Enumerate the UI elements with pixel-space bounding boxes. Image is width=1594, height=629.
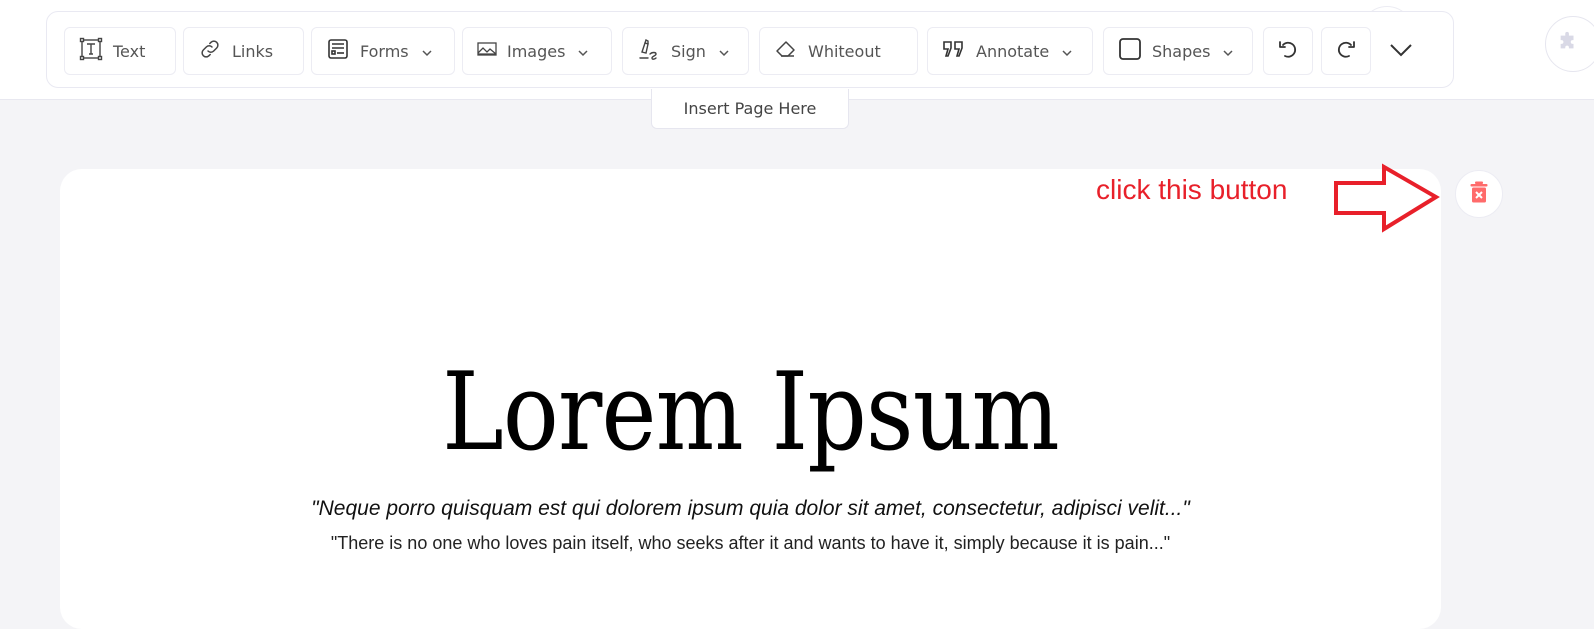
images-tool-button[interactable]: Images <box>462 27 612 75</box>
form-icon <box>326 37 350 65</box>
chevron-down-icon <box>421 42 433 61</box>
annotate-tool-label: Annotate <box>976 41 1050 61</box>
chevron-down-icon <box>1389 42 1413 61</box>
annotation-arrow-icon <box>1332 163 1442 239</box>
text-tool-label: Text <box>113 41 146 61</box>
signature-pen-icon <box>637 37 661 65</box>
page-quote[interactable]: "Neque porro quisquam est qui dolorem ip… <box>60 497 1441 521</box>
chevron-down-icon <box>577 42 589 61</box>
more-tools-button[interactable] <box>1379 27 1423 75</box>
chevron-down-icon <box>1061 42 1073 61</box>
pdf-page: Lorem Ipsum "Neque porro quisquam est qu… <box>60 169 1441 629</box>
annotation-instruction: click this button <box>1096 174 1288 205</box>
shapes-tool-label: Shapes <box>1152 41 1211 61</box>
sign-tool-button[interactable]: Sign <box>622 27 749 75</box>
top-bar: Text Links Forms Images Sign Whiteout An… <box>0 0 1594 100</box>
undo-button[interactable] <box>1263 27 1313 75</box>
link-icon <box>198 37 222 65</box>
page-title[interactable]: Lorem Ipsum <box>157 359 1345 467</box>
puzzle-icon <box>1557 31 1579 57</box>
text-box-icon <box>79 37 103 65</box>
square-icon <box>1118 37 1142 65</box>
images-tool-label: Images <box>507 41 566 61</box>
image-icon <box>477 41 497 61</box>
insert-page-button[interactable]: Insert Page Here <box>651 89 849 129</box>
links-tool-button[interactable]: Links <box>183 27 304 75</box>
whiteout-tool-label: Whiteout <box>808 41 881 61</box>
undo-icon <box>1276 37 1300 65</box>
delete-page-button[interactable] <box>1455 170 1503 218</box>
quote-icon <box>942 37 966 65</box>
page-subtitle[interactable]: "There is no one who loves pain itself, … <box>60 533 1441 554</box>
links-tool-label: Links <box>232 41 274 61</box>
chevron-down-icon <box>718 42 730 61</box>
shapes-tool-button[interactable]: Shapes <box>1103 27 1253 75</box>
forms-tool-label: Forms <box>360 41 409 61</box>
trash-x-icon <box>1470 181 1488 207</box>
eraser-icon <box>774 37 798 65</box>
redo-icon <box>1334 37 1358 65</box>
whiteout-tool-button[interactable]: Whiteout <box>759 27 918 75</box>
sign-tool-label: Sign <box>671 41 706 61</box>
chevron-down-icon <box>1222 42 1234 61</box>
forms-tool-button[interactable]: Forms <box>311 27 455 75</box>
editor-toolbar: Text Links Forms Images Sign Whiteout An… <box>46 11 1454 88</box>
redo-button[interactable] <box>1321 27 1371 75</box>
annotate-tool-button[interactable]: Annotate <box>927 27 1093 75</box>
text-tool-button[interactable]: Text <box>64 27 176 75</box>
plugins-button[interactable] <box>1545 16 1594 72</box>
